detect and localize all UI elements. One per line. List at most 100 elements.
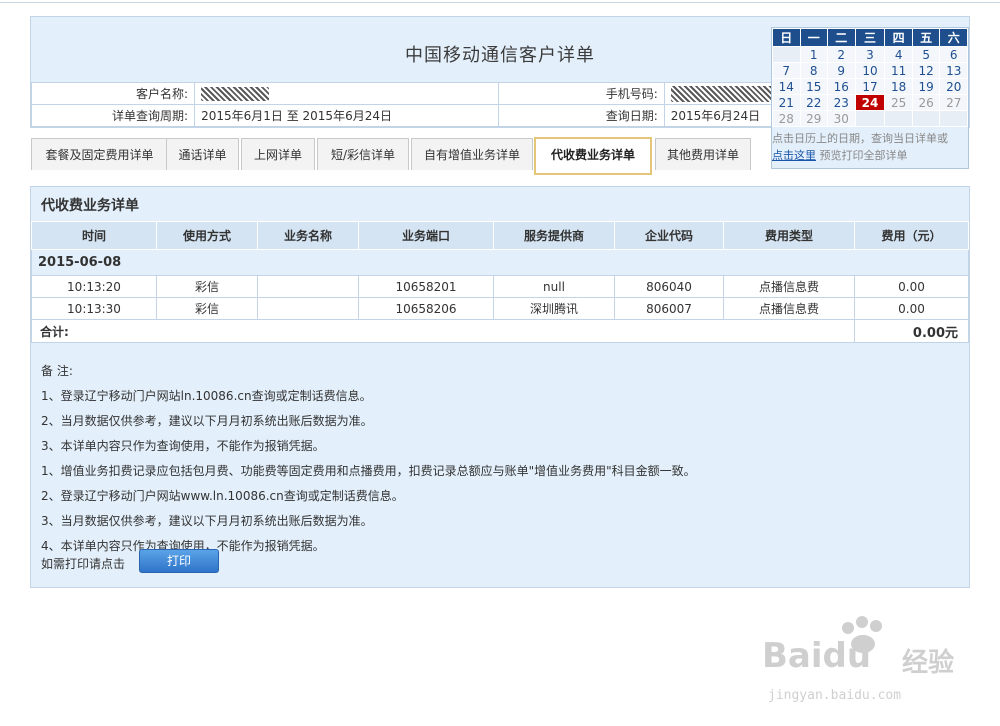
calendar-day[interactable]: 8 bbox=[799, 62, 828, 79]
calendar-day[interactable]: 18 bbox=[884, 78, 913, 95]
total-amount: 0.00元 bbox=[854, 319, 969, 343]
calendar-day[interactable]: 5 bbox=[911, 46, 941, 63]
calendar-day[interactable]: 12 bbox=[911, 62, 941, 79]
calendar-empty-cell bbox=[772, 46, 801, 63]
calendar-day[interactable]: 15 bbox=[799, 78, 828, 95]
cell-provider: 深圳腾讯 bbox=[493, 297, 615, 320]
calendar-day[interactable]: 4 bbox=[884, 46, 913, 63]
calendar-day: 29 bbox=[799, 110, 828, 127]
remark-line: 1、增值业务扣费记录应包括包月费、功能费等固定费用和点播费用，扣费记录总额应与账… bbox=[41, 464, 696, 478]
cell-fee-type: 点播信息费 bbox=[723, 297, 855, 320]
table-row: 10:13:20 彩信 10658201 null 806040 点播信息费 0… bbox=[31, 275, 969, 298]
calendar-empty-cell bbox=[854, 110, 886, 127]
calendar-day[interactable]: 1 bbox=[799, 46, 828, 63]
remark-line: 2、登录辽宁移动门户网站www.ln.10086.cn查询或定制话费信息。 bbox=[41, 489, 404, 503]
tab-package-fees[interactable]: 套餐及固定费用详单 bbox=[31, 138, 168, 170]
cell-company-code: 806040 bbox=[614, 275, 724, 298]
customer-value bbox=[194, 82, 500, 105]
weekday-header: 五 bbox=[911, 28, 941, 47]
calendar-note: 点击日历上的日期，查询当日详单或 点击这里 预览打印全部详单 bbox=[772, 127, 968, 168]
remark-line: 3、本详单内容只作为查询使用，不能作为报销凭据。 bbox=[41, 439, 325, 453]
calendar-day[interactable]: 16 bbox=[827, 78, 856, 95]
col-service-name: 业务名称 bbox=[257, 221, 359, 250]
tab-sms-mms-detail[interactable]: 短/彩信详单 bbox=[317, 138, 409, 170]
redacted-customer-name bbox=[201, 86, 270, 101]
weekday-header: 一 bbox=[799, 28, 828, 47]
print-prompt: 如需打印请点击 bbox=[41, 557, 126, 571]
calendar-day: 28 bbox=[772, 110, 801, 127]
date-calendar: 日一二三四五六 1 2 3 4 5 6 7 8 9 10 11 12 13 14 15 16 17 18 19 20 2… bbox=[771, 27, 969, 169]
tab-other-fees[interactable]: 其他费用详单 bbox=[655, 138, 751, 170]
calendar-grid: 日一二三四五六 1 2 3 4 5 6 7 8 9 10 11 12 13 14 15 16 17 18 19 20 2… bbox=[772, 28, 968, 127]
cell-fee-type: 点播信息费 bbox=[723, 275, 855, 298]
calendar-day[interactable]: 11 bbox=[884, 62, 913, 79]
detail-table: 时间 使用方式 业务名称 业务端口 服务提供商 企业代码 费用类型 费用（元） … bbox=[31, 221, 969, 343]
col-company-code: 企业代码 bbox=[614, 221, 724, 250]
col-time: 时间 bbox=[31, 221, 157, 250]
calendar-day[interactable]: 21 bbox=[772, 94, 801, 111]
calendar-day-today[interactable]: 24 bbox=[854, 94, 886, 111]
calendar-day[interactable]: 7 bbox=[772, 62, 801, 79]
cell-company-code: 806007 bbox=[614, 297, 724, 320]
date-group-label: 2015-06-08 bbox=[31, 249, 969, 276]
weekday-header: 三 bbox=[854, 28, 886, 47]
tab-call-detail[interactable]: 通话详单 bbox=[166, 138, 239, 170]
calendar-day: 27 bbox=[939, 94, 968, 111]
cell-time: 10:13:30 bbox=[31, 297, 157, 320]
calendar-day: 25 bbox=[884, 94, 913, 111]
calendar-day[interactable]: 2 bbox=[827, 46, 856, 63]
calendar-day[interactable]: 22 bbox=[799, 94, 828, 111]
query-date-label: 查询日期: bbox=[498, 104, 665, 127]
cell-service-name bbox=[257, 297, 359, 320]
col-usage: 使用方式 bbox=[156, 221, 258, 250]
calendar-day[interactable]: 3 bbox=[854, 46, 886, 63]
remarks-heading: 备 注: bbox=[41, 364, 73, 378]
preview-all-link[interactable]: 点击这里 bbox=[772, 149, 816, 162]
col-fee-type: 费用类型 bbox=[723, 221, 855, 250]
watermark-brand: Baidu bbox=[762, 636, 872, 676]
cell-port: 10658201 bbox=[358, 275, 494, 298]
calendar-day: 26 bbox=[911, 94, 941, 111]
calendar-note-tail: 预览打印全部详单 bbox=[819, 149, 908, 162]
cell-port: 10658206 bbox=[358, 297, 494, 320]
calendar-day[interactable]: 17 bbox=[854, 78, 886, 95]
total-label: 合计: bbox=[31, 319, 855, 343]
customer-label: 客户名称: bbox=[30, 82, 196, 105]
remark-line: 1、登录辽宁移动门户网站ln.10086.cn查询或定制话费信息。 bbox=[41, 389, 372, 403]
baidu-jingyan-watermark: Baidu 经验 jingyan.baidu.com bbox=[762, 614, 972, 714]
print-area: 如需打印请点击 打印 bbox=[41, 549, 219, 573]
weekday-header: 六 bbox=[939, 28, 968, 47]
period-label: 详单查询周期: bbox=[30, 104, 196, 127]
cell-usage: 彩信 bbox=[156, 297, 258, 320]
calendar-day[interactable]: 9 bbox=[827, 62, 856, 79]
total-row: 合计: 0.00元 bbox=[31, 319, 969, 343]
calendar-day[interactable]: 13 bbox=[939, 62, 968, 79]
weekday-header: 四 bbox=[884, 28, 913, 47]
calendar-note-text: 点击日历上的日期，查询当日详单或 bbox=[772, 132, 948, 145]
calendar-day[interactable]: 20 bbox=[939, 78, 968, 95]
period-value: 2015年6月1日 至 2015年6月24日 bbox=[194, 104, 500, 127]
tab-value-added-detail[interactable]: 自有增值业务详单 bbox=[411, 138, 533, 170]
col-service-port: 业务端口 bbox=[358, 221, 494, 250]
phone-label: 手机号码: bbox=[498, 82, 665, 105]
watermark-url: jingyan.baidu.com bbox=[768, 688, 902, 703]
calendar-day[interactable]: 6 bbox=[939, 46, 968, 63]
calendar-day: 30 bbox=[827, 110, 856, 127]
calendar-day[interactable]: 19 bbox=[911, 78, 941, 95]
print-button[interactable]: 打印 bbox=[139, 549, 219, 573]
cell-usage: 彩信 bbox=[156, 275, 258, 298]
weekday-header: 二 bbox=[827, 28, 856, 47]
calendar-day[interactable]: 10 bbox=[854, 62, 886, 79]
cell-fee: 0.00 bbox=[854, 297, 969, 320]
tab-collection-detail[interactable]: 代收费业务详单 bbox=[534, 137, 652, 175]
table-header-row: 时间 使用方式 业务名称 业务端口 服务提供商 企业代码 费用类型 费用（元） bbox=[31, 221, 969, 250]
tab-internet-detail[interactable]: 上网详单 bbox=[241, 138, 315, 170]
watermark-sub: 经验 bbox=[902, 648, 955, 678]
detail-panel: 代收费业务详单 时间 使用方式 业务名称 业务端口 服务提供商 企业代码 费用类… bbox=[30, 186, 970, 588]
calendar-day[interactable]: 23 bbox=[827, 94, 856, 111]
col-fee: 费用（元） bbox=[854, 221, 969, 250]
cell-fee: 0.00 bbox=[854, 275, 969, 298]
calendar-day[interactable]: 14 bbox=[772, 78, 801, 95]
weekday-header: 日 bbox=[772, 28, 801, 47]
cell-time: 10:13:20 bbox=[31, 275, 157, 298]
